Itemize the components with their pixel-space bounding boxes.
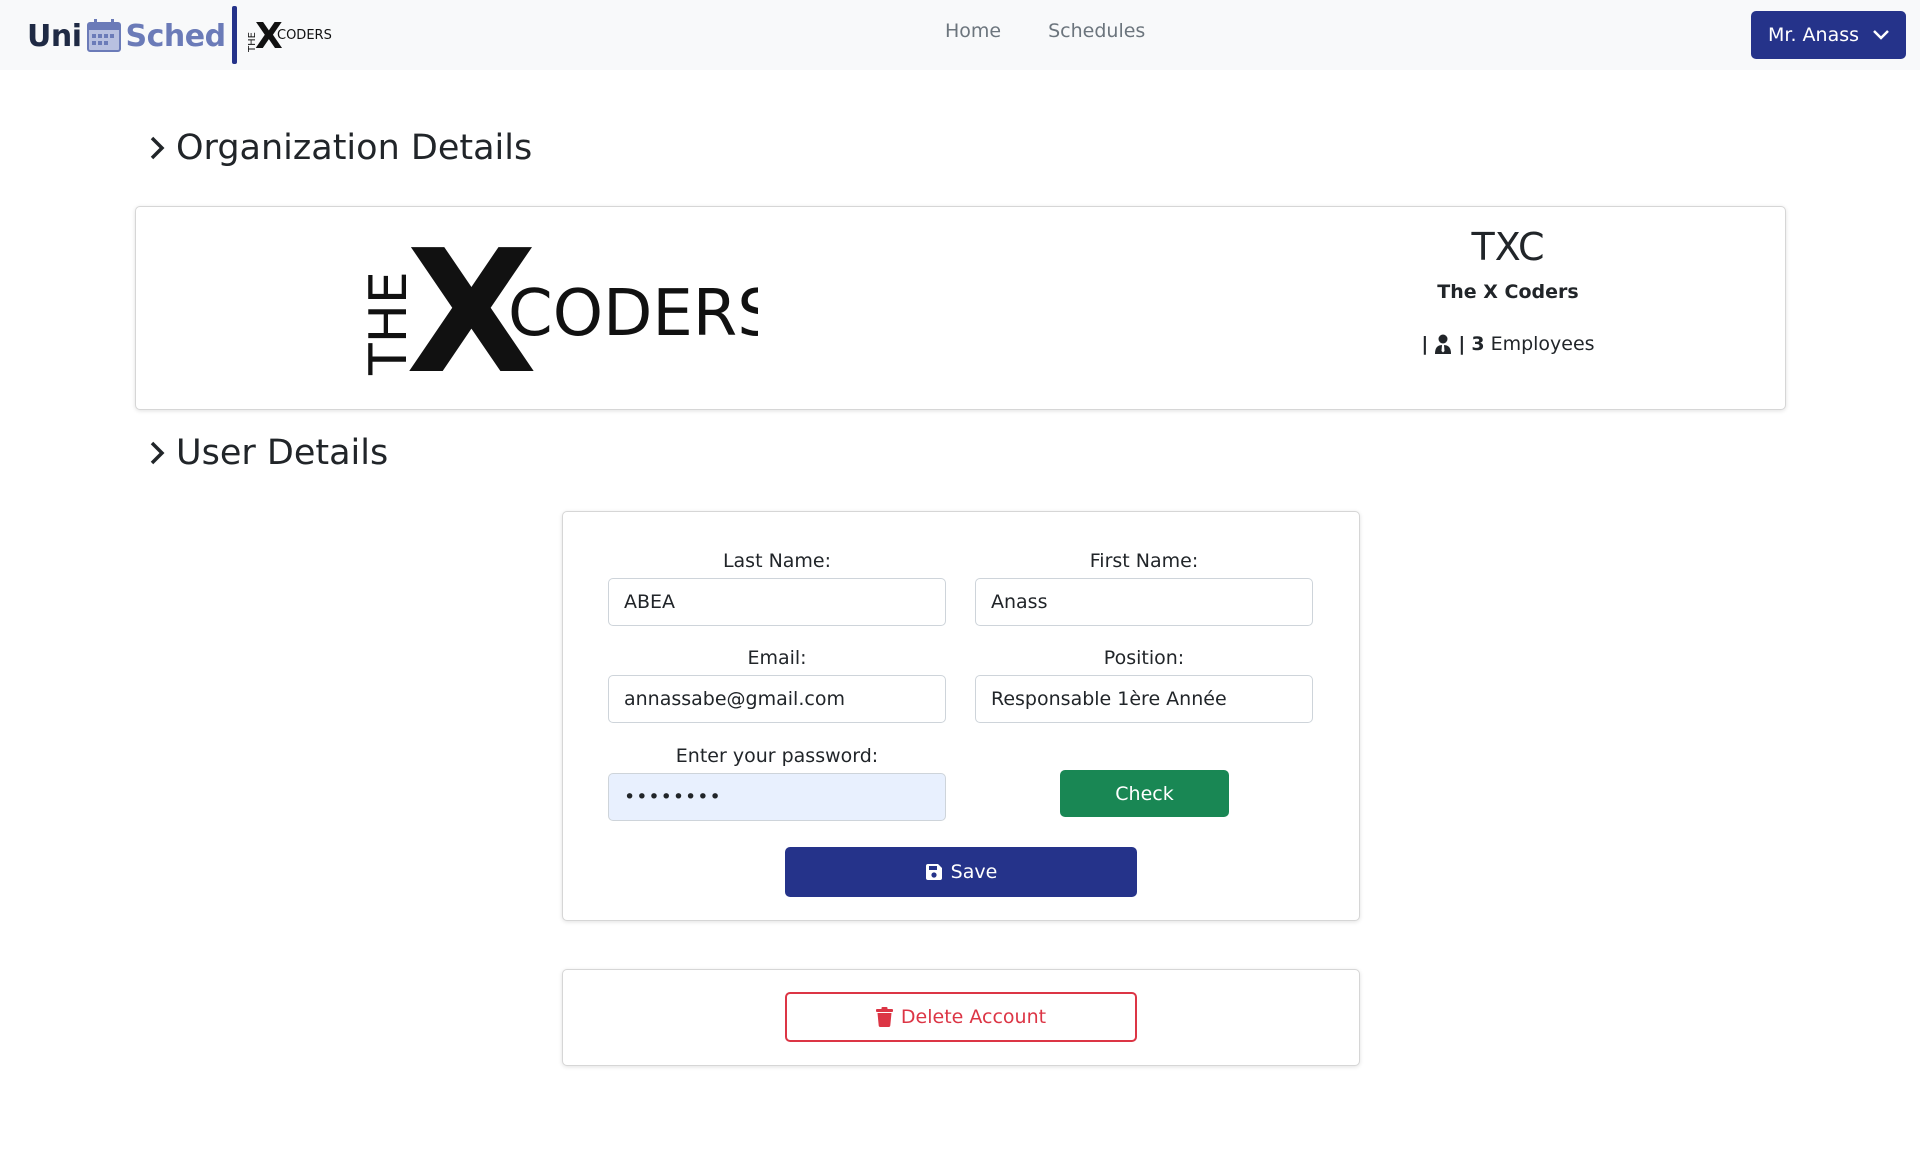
position-input[interactable]	[975, 675, 1313, 723]
check-password-button[interactable]: Check	[1060, 770, 1229, 817]
password-input[interactable]	[608, 773, 946, 821]
first-name-field: First Name:	[975, 550, 1313, 626]
organization-section-title[interactable]: Organization Details	[148, 128, 532, 168]
last-name-input[interactable]	[608, 578, 946, 626]
org-logo: THE X CODERS	[359, 237, 758, 377]
organization-info: TXC The X Coders | | 3 Employees	[1283, 225, 1733, 355]
nav-link-home[interactable]: Home	[945, 20, 1001, 42]
last-name-field: Last Name:	[608, 550, 946, 626]
save-button-label: Save	[950, 861, 998, 883]
chevron-right-icon	[150, 441, 165, 465]
user-section-title[interactable]: User Details	[148, 433, 388, 473]
user-details-card: Last Name: First Name: Email: Position: …	[562, 511, 1360, 921]
org-logo-small-coders: CODERS	[277, 28, 332, 43]
user-menu-button[interactable]: Mr. Anass	[1751, 11, 1906, 59]
employee-label: Employees	[1490, 333, 1595, 355]
top-navbar: Uni Sched THE X CODERS Home Schedules Mr…	[0, 0, 1920, 70]
nav-link-schedules[interactable]: Schedules	[1048, 20, 1145, 42]
chevron-down-icon	[1873, 30, 1889, 40]
delete-account-label: Delete Account	[900, 1006, 1047, 1028]
organization-section-label: Organization Details	[176, 128, 533, 168]
first-name-label: First Name:	[1089, 550, 1199, 572]
brand-separator	[232, 6, 237, 64]
brand-sched-text: Sched	[125, 18, 227, 54]
organization-abbreviation: TXC	[1471, 225, 1545, 269]
separator-right: |	[1458, 333, 1466, 355]
user-menu-label: Mr. Anass	[1768, 24, 1860, 46]
position-field: Position:	[975, 647, 1313, 723]
save-button[interactable]: Save	[785, 847, 1137, 897]
unisched-logo[interactable]: Uni Sched	[27, 8, 226, 64]
chevron-right-icon	[150, 136, 165, 160]
employee-icon	[1435, 334, 1452, 354]
position-label: Position:	[1103, 647, 1185, 669]
org-logo-small: THE X CODERS	[247, 16, 332, 54]
delete-account-button[interactable]: Delete Account	[785, 992, 1137, 1042]
email-field: Email:	[608, 647, 946, 723]
brand-uni-text: Uni	[27, 18, 82, 54]
user-section-label: User Details	[176, 433, 389, 473]
trash-icon	[875, 1007, 893, 1027]
nav-links: Home Schedules	[945, 20, 1145, 42]
employee-count-row: | | 3 Employees	[1283, 333, 1733, 355]
delete-account-card: Delete Account	[562, 969, 1360, 1066]
floppy-disk-icon	[925, 864, 942, 880]
organization-full-name: The X Coders	[1437, 281, 1579, 303]
check-button-label: Check	[1115, 782, 1174, 805]
email-input[interactable]	[608, 675, 946, 723]
organization-card: THE X CODERS TXC The X Coders | | 3 Empl…	[135, 206, 1786, 410]
password-label: Enter your password:	[675, 745, 879, 767]
email-label: Email:	[747, 647, 807, 669]
password-field: Enter your password:	[608, 745, 946, 821]
separator-left: |	[1421, 333, 1429, 355]
org-logo-coders: CODERS	[508, 277, 758, 351]
last-name-label: Last Name:	[722, 550, 832, 572]
calendar-icon	[86, 19, 121, 52]
first-name-input[interactable]	[975, 578, 1313, 626]
employee-count: 3	[1471, 333, 1485, 355]
